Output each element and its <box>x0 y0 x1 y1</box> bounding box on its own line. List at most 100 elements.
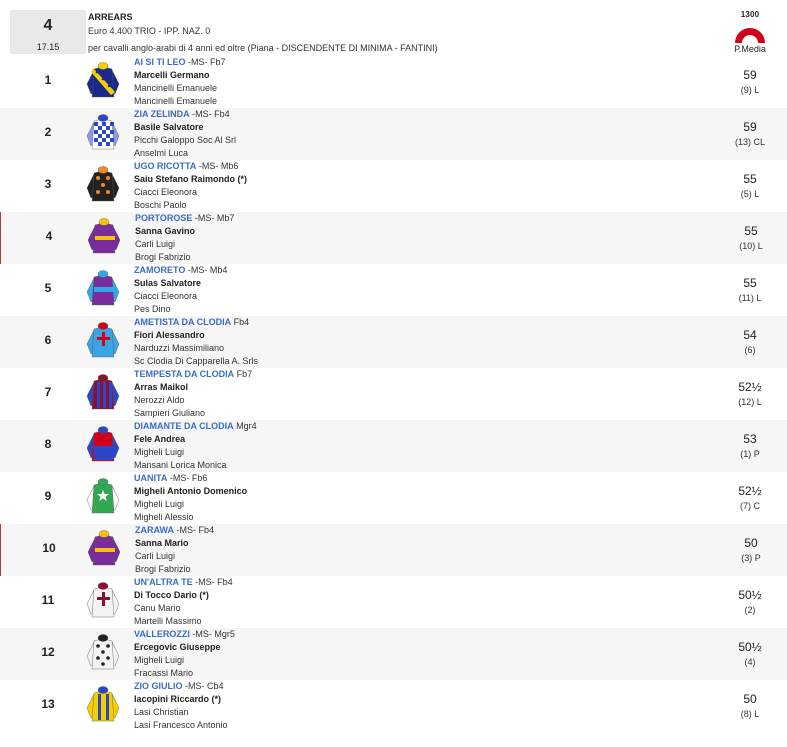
jockey-silks-icon <box>85 114 121 152</box>
horse-name-link[interactable]: TEMPESTA DA CLODIA <box>134 369 234 379</box>
runner-number: 2 <box>44 125 52 139</box>
runner-row[interactable]: 10 ZARAWA -MS- Fb4 Sanna Mario Carli Luigi B… <box>0 524 787 576</box>
runner-weight: 52½ <box>738 380 762 394</box>
race-conditions: per cavalli anglo-arabi di 4 anni ed olt… <box>88 43 438 53</box>
horse-entry: TEMPESTA DA CLODIA Fb7 <box>134 369 252 379</box>
runner-draw: (10) L <box>739 241 763 251</box>
runner-row[interactable]: 2 ZIA ZELINDA -MS- Fb4 Basile Salvatore Pic… <box>0 108 787 160</box>
runner-number: 6 <box>44 333 52 347</box>
runner-draw: (11) L <box>738 293 762 303</box>
runner-row[interactable]: 7 TEMPESTA DA CLODIA Fb7 Arras Maikol Neroz… <box>0 368 787 420</box>
runner-draw: (2) <box>744 605 756 615</box>
trainer-name: Lasi Christian <box>134 707 189 717</box>
race-number: 4 <box>43 17 53 34</box>
horse-name-link[interactable]: UANITA <box>134 473 167 483</box>
runner-draw: (9) L <box>740 85 760 95</box>
jockey-silks-icon <box>85 322 121 360</box>
trainer-name: Carli Luigi <box>135 551 176 561</box>
horse-name-link[interactable]: ZAMORETO <box>134 265 185 275</box>
runner-draw: (13) CL <box>734 137 765 147</box>
jockey-silks-icon <box>86 218 122 256</box>
runner-row[interactable]: 4 PORTOROSE -MS- Mb7 Sanna Gavino Carli Lui… <box>0 212 787 264</box>
owner-name: Pes Dino <box>134 304 171 314</box>
runner-weight: 52½ <box>738 484 762 498</box>
horse-info: -MS- Mb7 <box>192 213 235 223</box>
race-header: 4 17.15 ARREARS Euro 4.400 TRIO - IPP. N… <box>0 9 787 56</box>
jockey-silks-icon <box>85 686 121 724</box>
runner-number: 9 <box>44 489 52 503</box>
trainer-name: Narduzzi Massimiliano <box>134 343 225 353</box>
horse-info: -MS- Cb4 <box>182 681 224 691</box>
jockey-name: Saiu Stefano Raimondo (*) <box>134 174 248 184</box>
race-number-box: 4 17.15 <box>10 10 86 54</box>
trainer-name: Ciacci Eleonora <box>134 291 198 301</box>
runner-row[interactable]: 11 UN'ALTRA TE -MS- Fb4 Di Tocco Dario (*)… <box>0 576 787 628</box>
runner-row[interactable]: 8 DIAMANTE DA CLODIA Mgr4 Fele Andrea Mighe… <box>0 420 787 472</box>
horse-info: -MS- Fb6 <box>167 473 208 483</box>
trainer-name: Mancinelli Emanuele <box>134 83 218 93</box>
runner-number: 12 <box>41 645 55 659</box>
horse-entry: UN'ALTRA TE -MS- Fb4 <box>134 577 233 587</box>
horse-entry: DIAMANTE DA CLODIA Mgr4 <box>134 421 257 431</box>
owner-name: Migheli Alessio <box>134 512 194 522</box>
horse-entry: UGO RICOTTA -MS- Mb6 <box>134 161 238 171</box>
jockey-silks-icon <box>85 374 121 412</box>
jockey-name: Marcelli Germano <box>134 70 210 80</box>
horse-info: -MS- Fb7 <box>185 57 226 67</box>
runner-weight: 50½ <box>738 588 762 602</box>
horse-entry: PORTOROSE -MS- Mb7 <box>135 213 234 223</box>
owner-name: Fracassi Mario <box>134 668 194 678</box>
runner-row[interactable]: 5 ZAMORETO -MS- Mb4 Sulas Salvatore Ciacci … <box>0 264 787 316</box>
owner-name: Mancinelli Emanuele <box>134 96 218 106</box>
jockey-name: Iacopini Riccardo (*) <box>134 694 222 704</box>
runner-weight: 50 <box>743 692 757 706</box>
horse-entry: ZARAWA -MS- Fb4 <box>135 525 214 535</box>
horse-entry: ZIA ZELINDA -MS- Fb4 <box>134 109 230 119</box>
runner-draw: (4) <box>744 657 756 667</box>
runner-number: 3 <box>44 177 52 191</box>
jockey-name: Ercegovic Giuseppe <box>134 642 221 652</box>
jockey-silks-icon <box>85 478 121 516</box>
horse-name-link[interactable]: AI SI TI LEO <box>134 57 186 67</box>
horse-info: -MS- Fb4 <box>189 109 230 119</box>
horse-name-link[interactable]: UN'ALTRA TE <box>134 577 193 587</box>
horse-name-link[interactable]: VALLEROZZI <box>134 629 190 639</box>
horse-name-link[interactable]: DIAMANTE DA CLODIA <box>134 421 234 431</box>
jockey-name: Basile Salvatore <box>134 122 204 132</box>
horse-entry: ZAMORETO -MS- Mb4 <box>134 265 227 275</box>
jockey-silks-icon <box>85 582 121 620</box>
horse-info: Fb4 <box>231 317 250 327</box>
trainer-name: Canu Mario <box>134 603 181 613</box>
runner-weight: 50 <box>744 536 758 550</box>
runner-row[interactable]: 6 AMETISTA DA CLODIA Fb4 Fiori Alessandro N… <box>0 316 787 368</box>
runner-draw: (6) <box>744 345 756 355</box>
runner-number: 1 <box>44 73 52 87</box>
horse-name-link[interactable]: ZIA ZELINDA <box>134 109 190 119</box>
runner-row[interactable]: 1 AI SI TI LEO -MS- Fb7 Marcelli Germano Ma… <box>0 56 787 108</box>
horse-name-link[interactable]: UGO RICOTTA <box>134 161 196 171</box>
distance-badge: 1300 P.Media <box>728 10 772 54</box>
runner-row[interactable]: 13 ZIO GIULIO -MS- Cb4 Iacopini Riccardo (… <box>0 680 787 732</box>
jockey-name: Sulas Salvatore <box>134 278 202 288</box>
horse-entry: VALLEROZZI -MS- Mgr5 <box>134 629 235 639</box>
horse-name-link[interactable]: ZIO GIULIO <box>134 681 183 691</box>
owner-name: Mansani Lorica Monica <box>134 460 227 470</box>
runner-draw: (5) L <box>740 189 760 199</box>
runner-row[interactable]: 12 VALLEROZZI -MS- Mgr5 Ercegovic Giuseppe… <box>0 628 787 680</box>
runner-number: 7 <box>44 385 52 399</box>
track-condition: P.Media <box>734 44 766 54</box>
runner-weight: 55 <box>744 224 758 238</box>
runner-draw: (3) P <box>741 553 761 563</box>
runner-draw: (12) L <box>738 397 762 407</box>
runner-row[interactable]: 9 UANITA -MS- Fb6 Migheli Antonio Domenico… <box>0 472 787 524</box>
jockey-name: Fiori Alessandro <box>134 330 205 340</box>
owner-name: Anselmi Luca <box>134 148 189 158</box>
jockey-silks-icon <box>85 634 121 672</box>
horse-name-link[interactable]: PORTOROSE <box>135 213 192 223</box>
runner-number: 13 <box>41 697 55 711</box>
horse-name-link[interactable]: ZARAWA <box>135 525 174 535</box>
runner-weight: 55 <box>743 172 757 186</box>
runner-row[interactable]: 3 UGO RICOTTA -MS- Mb6 Saiu Stefano Raimon… <box>0 160 787 212</box>
race-title: ARREARS <box>88 12 133 22</box>
horse-name-link[interactable]: AMETISTA DA CLODIA <box>134 317 231 327</box>
